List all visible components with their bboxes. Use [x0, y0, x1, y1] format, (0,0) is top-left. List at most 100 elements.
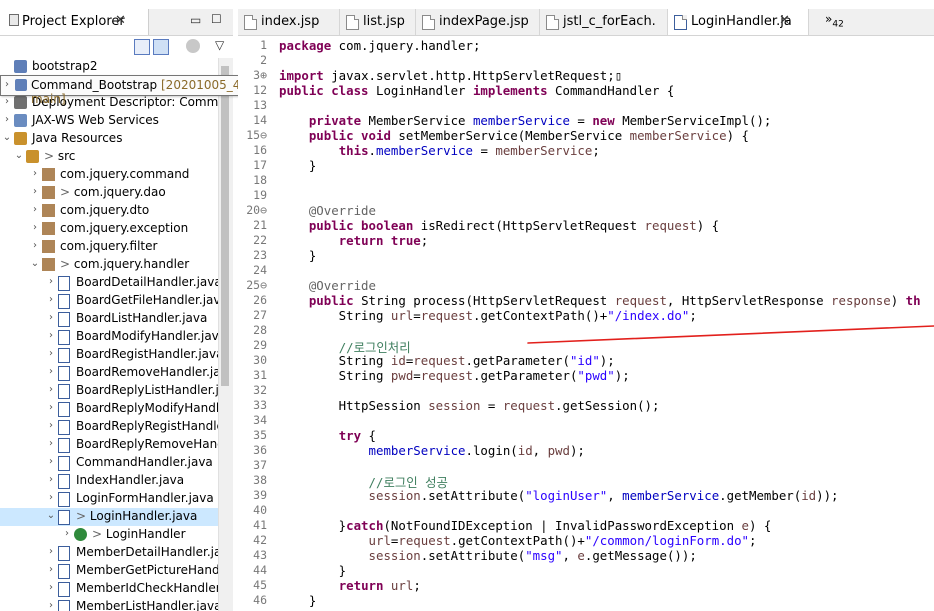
close-icon[interactable]: ✕ — [779, 13, 790, 28]
tree-item[interactable]: › MemberDetailHandler.jav — [0, 544, 233, 562]
code-line[interactable]: String pwd=request.getParameter("pwd"); — [279, 368, 630, 383]
collapse-all-icon[interactable] — [134, 39, 150, 55]
code-line[interactable]: return true; — [279, 233, 429, 248]
code-line[interactable]: memberService.login(id, pwd); — [279, 443, 585, 458]
chevron-right-icon[interactable]: › — [46, 474, 56, 485]
code-line[interactable]: String url=request.getContextPath()+"/in… — [279, 308, 697, 323]
explorer-scrollbar-thumb[interactable] — [221, 66, 229, 386]
code-line[interactable]: } — [279, 563, 346, 578]
chevron-down-icon[interactable]: ⌄ — [30, 258, 40, 269]
tree-item[interactable]: › BoardListHandler.java — [0, 310, 233, 328]
tree-item[interactable]: › > com.jquery.dao — [0, 184, 233, 202]
code-line[interactable]: }catch(NotFoundIDException | InvalidPass… — [279, 518, 772, 533]
tree-item[interactable]: ⌄ > LoginHandler.java — [0, 508, 233, 526]
chevron-right-icon[interactable]: › — [30, 204, 40, 215]
tab-index-jsp[interactable]: index.jsp — [238, 9, 340, 35]
chevron-right-icon[interactable]: › — [2, 96, 12, 107]
tree-item[interactable]: › BoardRegistHandler.java — [0, 346, 233, 364]
tree-item[interactable]: › MemberGetPictureHandl — [0, 562, 233, 580]
chevron-right-icon[interactable]: › — [46, 312, 56, 323]
tree-item[interactable]: › BoardReplyRegistHandler — [0, 418, 233, 436]
code-line[interactable]: session.setAttribute("loginUser", member… — [279, 488, 839, 503]
code-line[interactable]: import javax.servlet.http.HttpServletReq… — [279, 68, 622, 83]
tree-item[interactable]: › BoardModifyHandler.java — [0, 328, 233, 346]
chevron-right-icon[interactable]: › — [46, 330, 56, 341]
chevron-right-icon[interactable]: › — [46, 348, 56, 359]
chevron-right-icon[interactable]: › — [46, 420, 56, 431]
chevron-down-icon[interactable]: ⌄ — [14, 150, 24, 161]
code-line[interactable]: HttpSession session = request.getSession… — [279, 398, 660, 413]
chevron-right-icon[interactable]: › — [46, 402, 56, 413]
code-line[interactable]: this.memberService = memberService; — [279, 143, 600, 158]
chevron-right-icon[interactable]: › — [46, 600, 56, 611]
tree-item[interactable]: ⌄ > com.jquery.handler — [0, 256, 233, 274]
chevron-right-icon[interactable]: › — [46, 492, 56, 503]
tree-item[interactable]: › CommandHandler.java — [0, 454, 233, 472]
tree-item[interactable]: › IndexHandler.java — [0, 472, 233, 490]
code-line[interactable]: public void setMemberService(MemberServi… — [279, 128, 749, 143]
code-line[interactable]: private MemberService memberService = ne… — [279, 113, 772, 128]
close-icon[interactable]: ✕ — [115, 13, 126, 28]
minimize-icon[interactable]: ▭ — [190, 13, 201, 27]
tree-item[interactable]: ⌄ > src — [0, 148, 233, 166]
tree-item[interactable]: › com.jquery.dto — [0, 202, 233, 220]
chevron-right-icon[interactable]: › — [30, 240, 40, 251]
code-line[interactable]: session.setAttribute("msg", e.getMessage… — [279, 548, 697, 563]
chevron-down-icon[interactable]: ⌄ — [46, 510, 56, 521]
view-menu-icon[interactable]: ▽ — [215, 38, 224, 52]
code-line[interactable]: } — [279, 593, 316, 608]
tree-item[interactable]: › MemberIdCheckHandler. — [0, 580, 233, 598]
tree-item[interactable]: › LoginFormHandler.java — [0, 490, 233, 508]
code-line[interactable]: return url; — [279, 578, 421, 593]
tree-item[interactable]: › BoardReplyListHandler.ja — [0, 382, 233, 400]
code-line[interactable]: String id=request.getParameter("id"); — [279, 353, 615, 368]
chevron-right-icon[interactable]: › — [30, 186, 40, 197]
code-line[interactable]: public class LoginHandler implements Com… — [279, 83, 674, 98]
tab-list-jsp[interactable]: list.jsp — [340, 9, 416, 35]
filter-icon[interactable] — [186, 39, 200, 53]
tree-item[interactable]: › BoardRemoveHandler.jav — [0, 364, 233, 382]
chevron-right-icon[interactable]: › — [62, 528, 72, 539]
chevron-right-icon[interactable]: › — [46, 546, 56, 557]
code-line[interactable]: //로그인 성공 — [279, 473, 448, 490]
code-line[interactable]: url=request.getContextPath()+"/common/lo… — [279, 533, 757, 548]
tab-indexpage-jsp[interactable]: indexPage.jsp — [416, 9, 540, 35]
code-line[interactable]: //로그인처리 — [279, 338, 411, 355]
chevron-right-icon[interactable]: › — [46, 564, 56, 575]
code-line[interactable]: public boolean isRedirect(HttpServletReq… — [279, 218, 719, 233]
tree-item[interactable]: › BoardReplyModifyHandle — [0, 400, 233, 418]
code-area[interactable]: package com.jquery.handler; import javax.… — [279, 36, 934, 611]
tree-item[interactable]: › BoardReplyRemoveHand — [0, 436, 233, 454]
link-with-editor-icon[interactable] — [153, 39, 169, 55]
tree-item[interactable]: › BoardDetailHandler.java — [0, 274, 233, 292]
tree-item[interactable]: bootstrap2 — [0, 58, 233, 76]
chevron-right-icon[interactable]: › — [46, 582, 56, 593]
code-line[interactable]: public String process(HttpServletRequest… — [279, 293, 921, 308]
tree-item[interactable]: › com.jquery.filter — [0, 238, 233, 256]
chevron-right-icon[interactable]: › — [30, 168, 40, 179]
more-tabs-button[interactable]: »42 — [825, 12, 844, 29]
chevron-right-icon[interactable]: › — [46, 456, 56, 467]
maximize-icon[interactable]: ☐ — [211, 12, 222, 26]
code-line[interactable]: package com.jquery.handler; — [279, 38, 480, 53]
code-line[interactable]: try { — [279, 428, 376, 443]
project-explorer-tab[interactable]: Project Explorer ✕ — [0, 9, 149, 35]
chevron-right-icon[interactable]: › — [46, 366, 56, 377]
chevron-right-icon[interactable]: › — [2, 114, 12, 125]
code-line[interactable]: @Override — [279, 203, 376, 218]
tree-item[interactable]: › MemberListHandler.java — [0, 598, 233, 611]
tree-item[interactable]: › BoardGetFileHandler.java — [0, 292, 233, 310]
chevron-right-icon[interactable]: › — [30, 222, 40, 233]
chevron-right-icon[interactable]: › — [46, 294, 56, 305]
tree-item[interactable]: › com.jquery.command — [0, 166, 233, 184]
tree-item[interactable]: › JAX-WS Web Services — [0, 112, 233, 130]
tab-jstl-foreach[interactable]: jstl_c_forEach. — [540, 9, 668, 35]
code-line[interactable]: } — [279, 248, 316, 263]
tree-item[interactable]: ⌄ Java Resources — [0, 130, 233, 148]
tree-item[interactable]: › com.jquery.exception — [0, 220, 233, 238]
chevron-down-icon[interactable]: ⌄ — [2, 132, 12, 143]
chevron-right-icon[interactable]: › — [46, 276, 56, 287]
code-line[interactable]: } — [279, 158, 316, 173]
chevron-right-icon[interactable]: › — [46, 438, 56, 449]
tree-item[interactable]: › > LoginHandler — [0, 526, 233, 544]
